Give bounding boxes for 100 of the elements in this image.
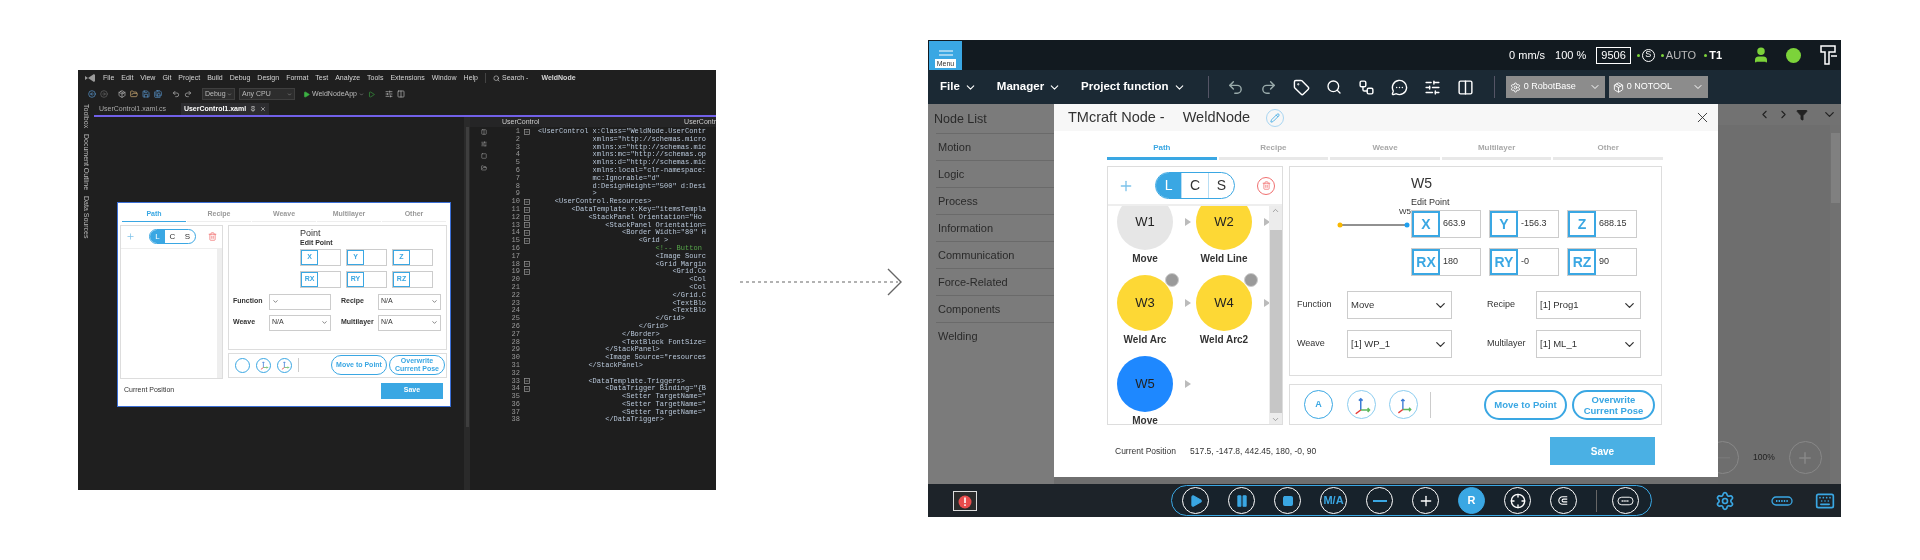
save-icon[interactable]	[142, 90, 150, 98]
zoom-level: 100%	[1753, 451, 1775, 464]
search-icon[interactable]	[1325, 79, 1342, 95]
hamburger-icon	[938, 49, 953, 56]
pause-icon	[1234, 493, 1249, 508]
speed-percent: 100 %	[1555, 47, 1587, 63]
alert-icon[interactable]	[953, 490, 977, 511]
control-button[interactable]: M/A	[1320, 487, 1347, 514]
box-icon	[1612, 81, 1624, 93]
comment-icon[interactable]	[1390, 78, 1408, 96]
pin-icon	[250, 106, 257, 112]
segment[interactable]: S	[1207, 173, 1234, 198]
coordinate-field[interactable]: RX 180	[1411, 248, 1481, 276]
coordinate-field[interactable]: Y -156.3	[1489, 210, 1559, 238]
segment[interactable]: C	[1181, 173, 1208, 198]
node-label: Weld Line	[1200, 252, 1248, 265]
close-icon	[260, 106, 267, 112]
node-name: WeldNode	[1182, 107, 1251, 127]
dropdown[interactable]: Move	[1347, 291, 1452, 319]
fold-icon[interactable]	[524, 378, 530, 385]
current-position-label: Current Position	[1115, 444, 1176, 458]
point-title: W5	[1411, 175, 1433, 191]
dots-pill-icon[interactable]	[1771, 495, 1793, 506]
menu[interactable]: Project function	[1081, 78, 1186, 96]
folder-icon[interactable]	[130, 90, 138, 98]
coordinate-field[interactable]: Z 688.15	[1567, 210, 1637, 238]
dropdown[interactable]: [1] WP_1	[1347, 330, 1452, 358]
arrow-icon	[1185, 380, 1191, 388]
field-label: Weave	[1297, 337, 1326, 351]
package-icon[interactable]	[118, 90, 126, 98]
caret-icon	[287, 91, 292, 97]
coordinate-field[interactable]: RZ 90	[1567, 248, 1637, 276]
popout-icon[interactable]	[481, 165, 487, 171]
dropdown[interactable]: [1] ML_1	[1536, 330, 1641, 358]
coordinate-field[interactable]: X 663.9	[1411, 210, 1481, 238]
undo-icon[interactable]	[1226, 78, 1244, 96]
fold-icon[interactable]	[524, 128, 530, 135]
node-label: Weld Arc	[1123, 333, 1167, 346]
speed-readout: 0 mm/s	[1509, 47, 1546, 63]
fold-icon[interactable]	[524, 230, 530, 237]
person-icon[interactable]	[1752, 46, 1770, 64]
menu[interactable]: File	[940, 78, 977, 96]
caret-icon	[321, 319, 328, 326]
caret-icon	[431, 319, 438, 326]
split-icon[interactable]	[481, 129, 487, 135]
fold-icon[interactable]	[524, 269, 530, 276]
badge-icon	[1244, 273, 1258, 287]
filter-icon[interactable]	[1796, 108, 1808, 121]
sliders-icon[interactable]	[385, 90, 393, 98]
axes-icon	[258, 360, 269, 370]
axes-icon	[279, 360, 290, 370]
segment[interactable]: C	[165, 230, 180, 243]
undo-icon[interactable]	[172, 90, 180, 98]
fold-icon[interactable]	[524, 386, 530, 393]
scrollbar-thumb[interactable]	[1269, 230, 1282, 413]
save-all-icon[interactable]	[154, 90, 162, 98]
app-logo-icon	[84, 73, 96, 83]
arrow-icon	[1185, 299, 1191, 307]
caret-icon	[227, 91, 232, 97]
node-list-title: Node List	[933, 110, 988, 128]
arrow-icon	[1185, 218, 1191, 226]
sliders-icon[interactable]	[1423, 78, 1441, 96]
segment[interactable]: S	[180, 230, 195, 243]
layout-icon[interactable]	[397, 90, 405, 98]
search-icon	[493, 74, 500, 82]
tag-icon[interactable]	[1292, 78, 1310, 96]
dropdown[interactable]: [1] Prog1	[1536, 291, 1641, 319]
counter-box: 9506	[1596, 46, 1631, 64]
minus-icon	[1372, 499, 1387, 502]
back-icon[interactable]	[88, 90, 96, 98]
fold-icon[interactable]	[524, 206, 530, 213]
point-title: Point	[300, 227, 322, 238]
swap-icon[interactable]	[481, 141, 487, 147]
fold-icon[interactable]	[524, 238, 530, 245]
coordinate-field[interactable]: RY -0	[1489, 248, 1559, 276]
fold-icon[interactable]	[524, 199, 530, 206]
caret-icon	[359, 91, 364, 97]
stop-icon	[1281, 494, 1294, 507]
fold-icon[interactable]	[524, 222, 530, 229]
fold-icon[interactable]	[524, 261, 530, 268]
settings-icon[interactable]	[1715, 490, 1735, 511]
dots-pill-icon	[1617, 495, 1634, 506]
play-icon	[1188, 493, 1203, 508]
menu[interactable]: Manager	[996, 78, 1062, 96]
node-label: Move	[1132, 414, 1158, 424]
field-label: Function	[1297, 298, 1333, 312]
edit-point-label: Edit Point	[1411, 197, 1451, 207]
flow-icon[interactable]	[1357, 78, 1375, 96]
level-label: T1	[1709, 47, 1722, 63]
panel-icon[interactable]	[1456, 78, 1474, 96]
arrow-icon	[1264, 218, 1269, 226]
fold-icon[interactable]	[524, 214, 530, 221]
run-icon[interactable]	[368, 90, 375, 98]
delete-icon[interactable]	[208, 232, 217, 241]
dialog-title: TMcraft Node -	[1068, 107, 1165, 127]
redo-icon[interactable]	[184, 90, 192, 98]
redo-icon[interactable]	[1259, 78, 1277, 96]
node-label: Weld Arc2	[1199, 333, 1249, 346]
current-position-value: 517.5, -147.8, 442.45, 180, -0, 90	[1189, 444, 1317, 458]
badge-icon	[1165, 273, 1179, 287]
